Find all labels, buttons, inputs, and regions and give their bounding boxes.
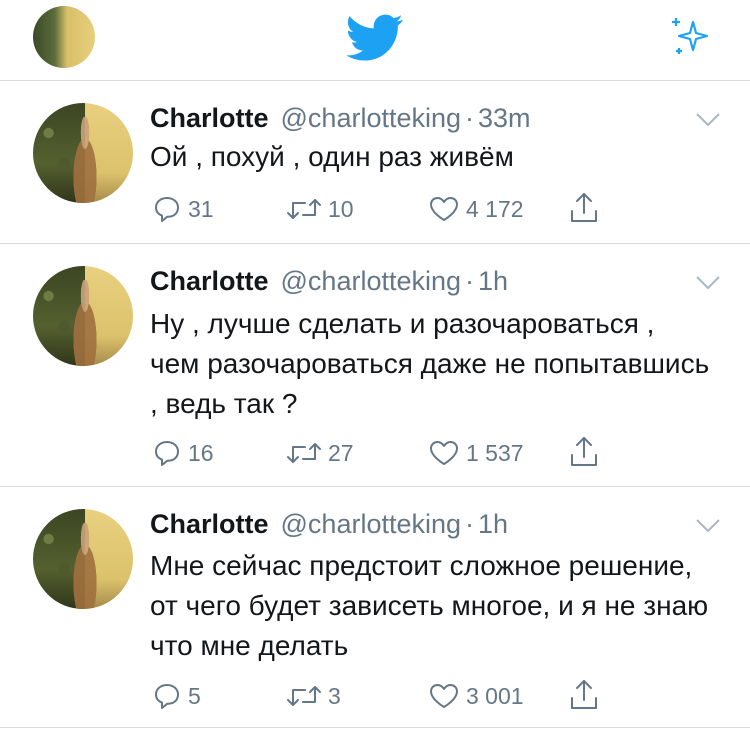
separator: ·: [465, 509, 475, 539]
tweet-header: Charlotte @charlotteking · 33m: [150, 103, 531, 134]
tweet-header: Charlotte @charlotteking · 1h: [150, 509, 508, 540]
heart-icon: [430, 441, 458, 465]
sparkle-icon[interactable]: [666, 12, 714, 60]
heart-icon: [430, 197, 458, 221]
avatar[interactable]: [33, 266, 133, 366]
share-icon[interactable]: [568, 191, 600, 225]
twitter-bird-icon: [346, 14, 403, 61]
reply-button[interactable]: 5: [152, 678, 201, 714]
tweet-header: Charlotte @charlotteking · 1h: [150, 266, 508, 297]
display-name[interactable]: Charlotte: [150, 509, 269, 539]
reply-icon: [155, 197, 179, 222]
tweet[interactable]: Charlotte @charlotteking · 1h Мне сейчас пр…: [0, 487, 750, 728]
retweet-button[interactable]: 27: [286, 435, 354, 471]
retweet-icon: [287, 443, 321, 463]
retweet-count: 3: [328, 682, 341, 709]
avatar[interactable]: [33, 103, 133, 203]
avatar[interactable]: [33, 509, 133, 609]
tweet-actions: 31 10 4 172: [150, 191, 610, 227]
reply-button[interactable]: 16: [152, 435, 214, 471]
reply-icon: [155, 684, 179, 709]
retweet-icon: [287, 199, 321, 219]
display-name[interactable]: Charlotte: [150, 103, 269, 133]
chevron-down-icon[interactable]: [695, 275, 721, 291]
handle[interactable]: @charlotteking: [281, 509, 462, 539]
reply-count: 31: [188, 195, 214, 222]
timestamp[interactable]: 33m: [478, 103, 531, 133]
tweet-actions: 5 3 3 001: [150, 678, 610, 714]
reply-icon: [155, 441, 179, 466]
reply-count: 5: [188, 682, 201, 709]
like-button[interactable]: 1 537: [428, 435, 524, 471]
share-icon[interactable]: [568, 435, 600, 469]
like-button[interactable]: 3 001: [428, 678, 524, 714]
retweet-button[interactable]: 10: [286, 191, 354, 227]
like-count: 3 001: [466, 682, 524, 709]
profile-avatar[interactable]: [33, 6, 95, 68]
display-name[interactable]: Charlotte: [150, 266, 269, 296]
handle[interactable]: @charlotteking: [281, 103, 462, 133]
reply-count: 16: [188, 439, 214, 466]
handle[interactable]: @charlotteking: [281, 266, 462, 296]
timestamp[interactable]: 1h: [478, 509, 508, 539]
heart-icon: [430, 684, 458, 708]
tweet[interactable]: Charlotte @charlotteking · 33m Ой , похуй ,…: [0, 81, 750, 244]
share-icon[interactable]: [568, 678, 600, 712]
chevron-down-icon[interactable]: [695, 518, 721, 534]
like-count: 1 537: [466, 439, 524, 466]
tweet-text: Мне сейчас предстоит сложное решение, от…: [150, 550, 709, 661]
retweet-button[interactable]: 3: [286, 678, 341, 714]
separator: ·: [465, 266, 475, 296]
like-button[interactable]: 4 172: [428, 191, 524, 227]
retweet-icon: [287, 686, 321, 706]
reply-button[interactable]: 31: [152, 191, 214, 227]
like-count: 4 172: [466, 195, 524, 222]
top-bar: [0, 0, 750, 81]
tweet-actions: 16 27 1 537: [150, 435, 610, 471]
timestamp[interactable]: 1h: [478, 266, 508, 296]
retweet-count: 10: [328, 195, 354, 222]
tweet-text: Ну , лучше сделать и разочароваться , че…: [150, 308, 710, 419]
tweet[interactable]: Charlotte @charlotteking · 1h Ну , лучше сд…: [0, 244, 750, 487]
chevron-down-icon[interactable]: [695, 112, 721, 128]
separator: ·: [465, 103, 475, 133]
retweet-count: 27: [328, 439, 354, 466]
tweet-text: Ой , похуй , один раз живём: [150, 141, 514, 172]
